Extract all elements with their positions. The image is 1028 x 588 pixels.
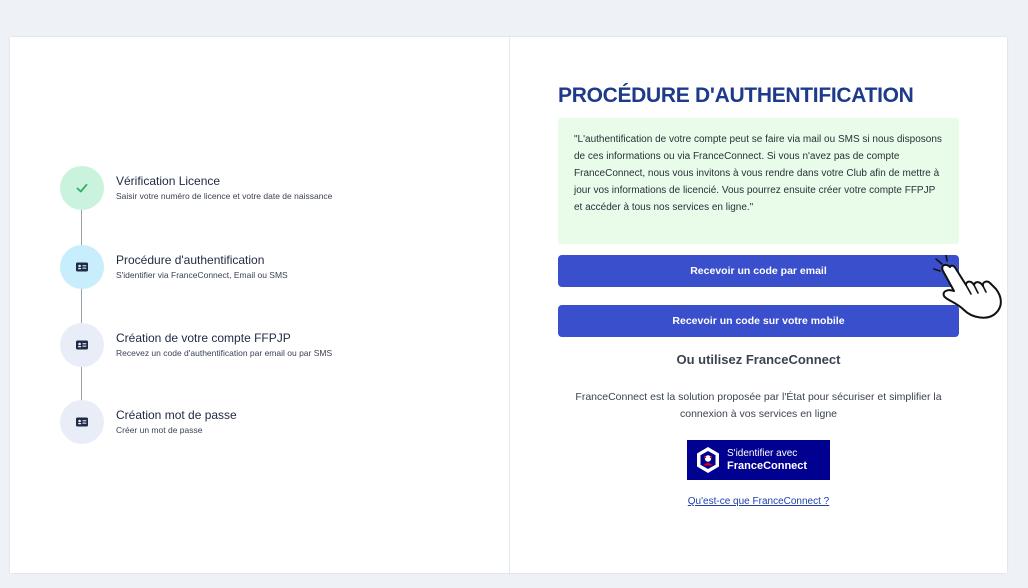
stepper-panel: Vérification Licence Saisir votre numéro… — [10, 37, 510, 573]
step-title: Création de votre compte FFPJP — [116, 331, 291, 345]
franceconnect-logo-icon — [697, 447, 719, 473]
pointer-hand-icon — [933, 255, 1002, 319]
check-icon — [76, 183, 88, 193]
step-status-circle — [60, 245, 104, 289]
franceconnect-button-label-2: FranceConnect — [727, 460, 808, 472]
main-card: Vérification Licence Saisir votre numéro… — [10, 37, 1007, 573]
id-card-icon — [76, 262, 88, 272]
step-subtitle: S'identifier via FranceConnect, Email ou… — [116, 270, 288, 280]
step-verification-licence: Vérification Licence Saisir votre numéro… — [60, 166, 332, 210]
franceconnect-info-link[interactable]: Qu'est-ce que FranceConnect ? — [558, 496, 959, 507]
step-status-circle — [60, 166, 104, 210]
id-card-icon — [76, 340, 88, 350]
step-subtitle: Saisir votre numéro de licence et votre … — [116, 191, 333, 201]
franceconnect-description: FranceConnect est la solution proposée p… — [575, 391, 942, 420]
mobile-code-button[interactable]: Recevoir un code sur votre mobile — [558, 305, 959, 337]
step-status-circle — [60, 323, 104, 367]
step-title: Création mot de passe — [116, 408, 237, 422]
page-title: PROCÉDURE D'AUTHENTIFICATION — [558, 84, 914, 107]
id-card-icon — [76, 417, 88, 427]
step-subtitle: Créer un mot de passe — [116, 425, 203, 435]
franceconnect-button[interactable]: S'identifier avec FranceConnect — [687, 440, 830, 480]
email-code-button[interactable]: Recevoir un code par email — [558, 255, 959, 287]
franceconnect-button-label-1: S'identifier avec — [727, 448, 798, 459]
info-message: "L'authentification de votre compte peut… — [558, 118, 959, 244]
step-creation-compte: Création de votre compte FFPJP Recevez u… — [60, 323, 332, 367]
step-title: Procédure d'authentification — [116, 253, 265, 267]
step-subtitle: Recevez un code d'authentification par e… — [116, 348, 333, 358]
franceconnect-heading: Ou utilisez FranceConnect — [676, 352, 841, 367]
step-procedure-authentification: Procédure d'authentification S'identifie… — [60, 245, 288, 289]
step-status-circle — [60, 400, 104, 444]
step-creation-mot-de-passe: Création mot de passe Créer un mot de pa… — [60, 400, 237, 444]
step-title: Vérification Licence — [116, 174, 221, 188]
